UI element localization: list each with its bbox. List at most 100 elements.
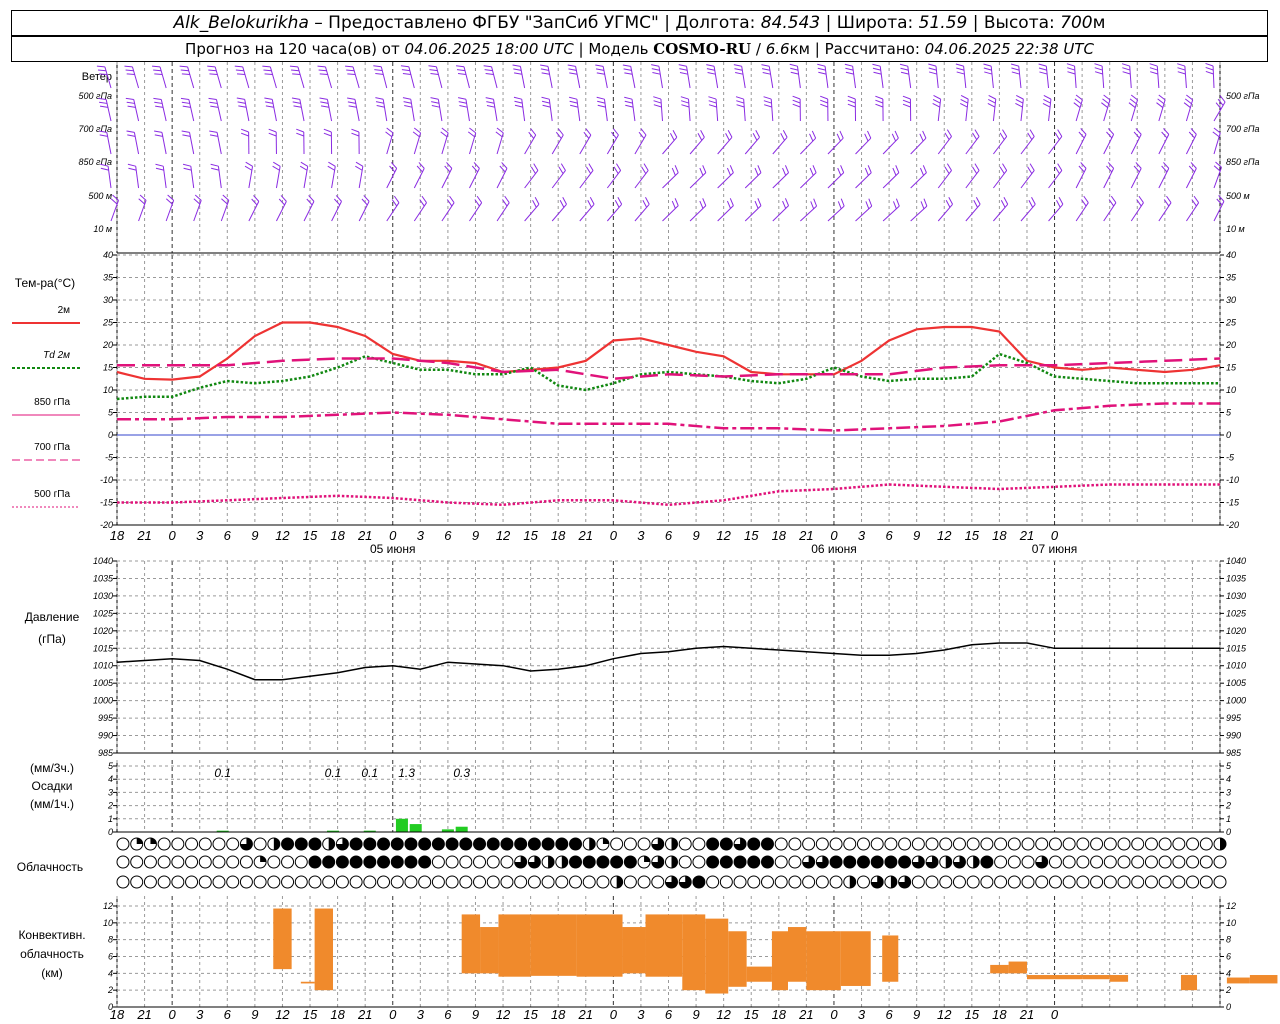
wind-barb [1156,66,1160,89]
wind-barb-feather [762,72,771,75]
wind-barb-feather [674,165,679,173]
cloud-cover-symbol [363,837,377,851]
wind-barb-feather [347,97,356,100]
wind-barb-feather [1015,98,1024,104]
cloud-cover-fill [136,838,143,844]
cloud-cover-symbol [473,875,487,889]
wind-barb-feather [209,101,218,104]
cloud-cover-symbol [445,875,459,889]
wind-barb-feather [895,198,900,207]
cloud-cover-symbol [582,855,596,869]
temp-ytick-label-right: 15 [1226,363,1237,373]
cloud-cover-symbol [239,875,253,889]
wind-barb-feather [708,100,717,104]
wind-barb [386,168,398,189]
pressure-ytick-label-left: 985 [98,748,114,758]
temp-xtick-label: 15 [303,528,318,543]
wind-barb-feather [1205,62,1214,67]
wind-barb-feather [933,94,941,100]
cloud-cover-fill [328,838,335,850]
bottom-xtick-label: 21 [1019,1007,1034,1022]
cloud-cover-symbol [157,837,171,851]
bottom-xtick-label: 18 [330,1007,345,1022]
wind-barb-feather [680,100,689,104]
cloud-cover-symbol [294,875,308,889]
wind-barb-feather [469,127,477,134]
temp-xtick-label: 9 [251,528,258,543]
wind-barb [1075,99,1083,122]
cloud-cover-symbol [322,855,336,869]
wind-barb [937,136,952,155]
wind-barb-feather [960,102,968,108]
wind-barb-feather [782,130,788,138]
temp-xtick-label: 21 [136,528,151,543]
cloud-cover-fill [548,856,555,868]
pressure-ytick-label-right: 995 [1226,713,1242,723]
wind-barb [107,166,112,189]
wind-barb-feather [181,130,190,133]
cloud-cover-symbol [473,855,487,869]
wind-barb-feather [400,65,409,68]
wind-barb-feather [1058,197,1064,205]
wind-barb-feather [625,104,634,108]
cloud-cover-symbol [747,875,761,889]
wind-barb-feather [1043,98,1051,104]
wind-barb-feather [1031,197,1036,205]
cloud-cover-fill [260,856,267,862]
wind-barb-feather [1177,71,1186,75]
wind-barb-feather [323,132,332,137]
wind-barb-feather [1213,127,1221,134]
wind-barb-feather [672,130,678,138]
temp-xtick-label: 0 [1051,528,1059,543]
wind-barb-feather [430,97,439,100]
cloud-cover-symbol [939,837,953,851]
wind-barb-feather [501,162,508,169]
wind-barb-feather [292,73,301,76]
wind-barb [800,137,817,155]
wind-barb-feather [533,163,539,171]
wind-barb-feather [736,100,745,104]
wind-barb-feather [180,69,189,72]
convective-ytick-label-left: 4 [108,968,113,978]
cloud-cover-symbol [322,875,336,889]
wind-barb-feather [385,131,393,138]
wind-barb [271,99,277,122]
wind-barb-feather [1107,128,1115,135]
wind-barb [162,166,167,189]
wind-barb-feather [674,198,679,206]
cloud-cover-symbol [843,837,857,851]
cloud-cover-symbol [994,875,1008,889]
wind-barb [743,99,746,122]
wind-barb-feather [643,163,649,171]
wind-barb [827,172,845,189]
wind-barb-feather [809,167,814,176]
convective-ytick-label-right: 6 [1226,952,1231,962]
wind-barb-feather [541,96,550,100]
cloud-cover-symbol [116,875,130,889]
wind-barb-feather [1133,165,1140,173]
cloud-cover-symbol [171,837,185,851]
wind-barb [1185,168,1197,189]
wind-barb [993,136,1008,155]
wind-barb-feather [412,131,420,138]
wind-barb [662,172,679,189]
wind-barb [630,66,636,89]
wind-barb [770,99,774,122]
cloud-cover-symbol [527,837,541,851]
wind-barb [662,136,678,155]
wind-barb-feather [624,100,633,104]
cloud-cover-symbol [116,855,130,869]
cloud-cover-symbol [1007,875,1021,889]
pressure-ytick-label-right: 1040 [1226,556,1246,566]
wind-barb-feather [1028,200,1034,208]
wind-barb-feather [792,103,801,108]
convective-cloud-bar [576,914,623,977]
cloud-cover-symbol [1213,875,1227,889]
cloud-cover-fill [589,838,596,850]
wind-barb-feather [182,163,191,167]
wind-barb-feather [1029,129,1035,137]
wind-barb-feather [928,63,937,67]
pressure-title: Давление [25,610,80,624]
wind-barb-feather [956,67,965,71]
temp-xtick-label: 6 [885,528,893,543]
